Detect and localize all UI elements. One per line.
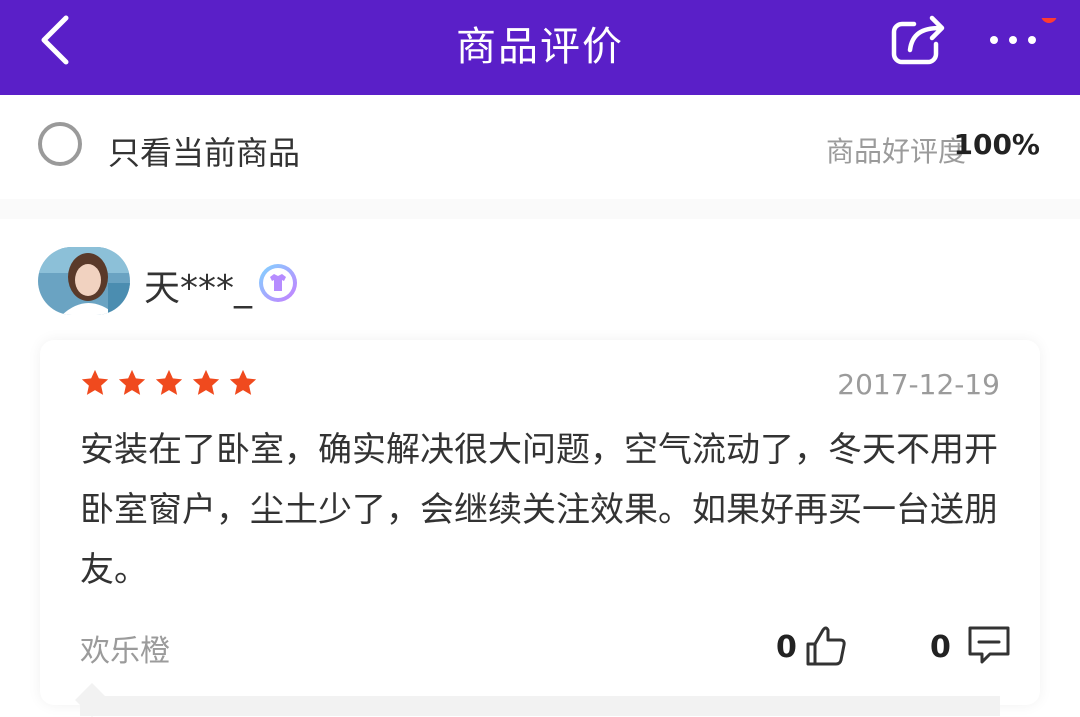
review-text: 安装在了卧室，确实解决很大问题，空气流动了，冬天不用开卧室窗户，尘土少了，会继续… (80, 430, 998, 590)
top-app-bar: 商品评价 (0, 0, 1080, 95)
positive-rating-value: 100% (953, 128, 1040, 161)
star-icon (81, 369, 109, 395)
store-name: 欢乐橙 (80, 634, 170, 669)
filter-bar: 只看当前商品 商品好评度 100% (0, 95, 1080, 199)
reviewer-username: 天***_ (144, 268, 253, 309)
star-icon (118, 369, 146, 395)
only-current-label[interactable]: 只看当前商品 (108, 128, 300, 174)
star-icon (230, 369, 257, 395)
review-date: 2017-12-19 (837, 368, 1000, 401)
star-icon (156, 369, 183, 395)
star-rating (80, 368, 260, 398)
notification-dot-icon (1041, 18, 1057, 23)
only-current-radio[interactable] (38, 122, 82, 166)
reviewer-row: 天***_ (0, 219, 1080, 329)
more-dots-icon[interactable] (984, 18, 1060, 58)
share-icon[interactable] (888, 12, 952, 68)
thumbs-up-icon[interactable] (804, 624, 848, 668)
member-badge-icon (259, 264, 297, 302)
positive-rating-label: 商品好评度 (825, 135, 966, 168)
section-divider (0, 199, 1080, 219)
star-icon (193, 369, 220, 395)
like-count: 0 (776, 630, 797, 665)
avatar[interactable] (38, 247, 130, 315)
comment-icon[interactable] (966, 624, 1012, 666)
review-card: 2017-12-19 安装在了卧室，确实解决很大问题，空气流动了，冬天不用开卧室… (40, 340, 1040, 717)
reply-box (80, 696, 1000, 716)
comment-count: 0 (930, 630, 951, 665)
